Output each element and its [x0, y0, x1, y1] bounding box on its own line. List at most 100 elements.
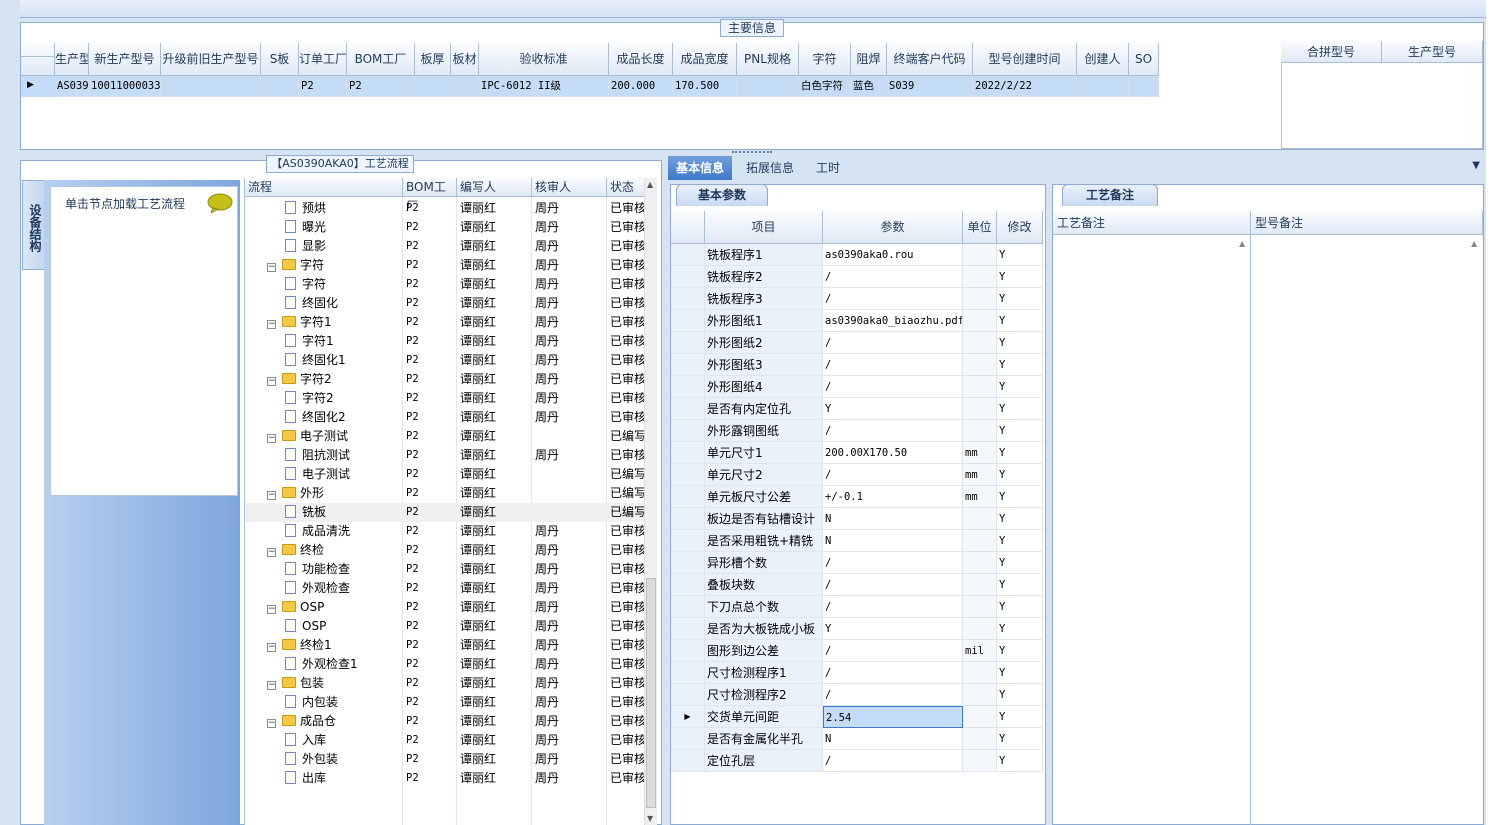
- column-header[interactable]: 成品宽度: [673, 43, 737, 76]
- collapse-icon[interactable]: −: [267, 320, 276, 329]
- column-header[interactable]: 板材: [451, 43, 479, 76]
- tree-leaf-row[interactable]: 铣板 P2 谭丽红 已编写: [245, 503, 646, 522]
- tab-dropdown-icon[interactable]: ▼: [1472, 160, 1480, 171]
- param-edit[interactable]: Y: [997, 310, 1043, 332]
- tree-node[interactable]: 功能检查: [245, 560, 403, 579]
- param-row[interactable]: 是否有内定位孔 Y Y: [671, 398, 1045, 420]
- tree-node[interactable]: − 字符: [245, 256, 403, 275]
- tree-node[interactable]: − 包装: [245, 674, 403, 693]
- param-row[interactable]: 图形到边公差 / mil Y: [671, 640, 1045, 662]
- tree-folder-row[interactable]: − 终检 P2 谭丽红 周丹 已审核: [245, 541, 646, 560]
- row-header[interactable]: [671, 508, 705, 530]
- row-header[interactable]: [671, 728, 705, 750]
- tab-extended-info[interactable]: 拓展信息: [738, 156, 802, 180]
- param-row[interactable]: 叠板块数 / Y: [671, 574, 1045, 596]
- tree-node[interactable]: 曝光: [245, 218, 403, 237]
- tree-node[interactable]: 外包装: [245, 750, 403, 769]
- param-edit[interactable]: Y: [997, 530, 1043, 552]
- param-edit[interactable]: Y: [997, 552, 1043, 574]
- param-edit[interactable]: Y: [997, 266, 1043, 288]
- tree-node[interactable]: 铣板: [245, 503, 403, 522]
- tree-node[interactable]: 终固化: [245, 294, 403, 313]
- param-edit[interactable]: Y: [997, 662, 1043, 684]
- param-value[interactable]: /: [823, 640, 963, 662]
- row-header[interactable]: [671, 750, 705, 772]
- row-header[interactable]: ▶: [671, 706, 705, 728]
- column-header[interactable]: 编写人: [457, 178, 532, 197]
- param-edit[interactable]: Y: [997, 640, 1043, 662]
- param-row[interactable]: 外形图纸3/ Y: [671, 354, 1045, 376]
- row-header[interactable]: [671, 310, 705, 332]
- collapse-icon[interactable]: −: [267, 263, 276, 272]
- column-header[interactable]: 型号备注: [1251, 211, 1483, 235]
- tree-leaf-row[interactable]: 成品清洗 P2 谭丽红 周丹 已审核: [245, 522, 646, 541]
- collapse-handle-left[interactable]: [239, 480, 243, 540]
- tree-node[interactable]: 字符1: [245, 332, 403, 351]
- param-row[interactable]: 单元尺寸2/mm Y: [671, 464, 1045, 486]
- tree-node[interactable]: − 终检: [245, 541, 403, 560]
- param-value[interactable]: /: [823, 552, 963, 574]
- column-header[interactable]: 字符: [799, 43, 851, 76]
- row-header[interactable]: [671, 464, 705, 486]
- tree-leaf-row[interactable]: 字符1 P2 谭丽红 周丹 已审核: [245, 332, 646, 351]
- param-value[interactable]: /: [823, 376, 963, 398]
- row-header[interactable]: [671, 288, 705, 310]
- param-row[interactable]: 尺寸检测程序2/ Y: [671, 684, 1045, 706]
- tree-leaf-row[interactable]: 外包装 P2 谭丽红 周丹 已审核: [245, 750, 646, 769]
- param-value[interactable]: +/-0.1: [823, 486, 963, 508]
- tree-folder-row[interactable]: − 字符 P2 谭丽红 周丹 已审核: [245, 256, 646, 275]
- column-header[interactable]: 阻焊: [851, 43, 887, 76]
- column-header[interactable]: 新生产型号: [89, 43, 161, 76]
- param-edit[interactable]: Y: [997, 750, 1043, 772]
- param-row[interactable]: 下刀点总个数 / Y: [671, 596, 1045, 618]
- tree-folder-row[interactable]: − 外形 P2 谭丽红 已编写: [245, 484, 646, 503]
- param-value[interactable]: 2.54: [823, 706, 963, 728]
- param-row[interactable]: 外形露铜图纸 / Y: [671, 420, 1045, 442]
- param-row[interactable]: 尺寸检测程序1/ Y: [671, 662, 1045, 684]
- tree-folder-row[interactable]: − 字符2 P2 谭丽红 周丹 已审核: [245, 370, 646, 389]
- column-header[interactable]: S板: [261, 43, 299, 76]
- tree-node[interactable]: − 字符1: [245, 313, 403, 332]
- param-value[interactable]: N: [823, 508, 963, 530]
- param-edit[interactable]: Y: [997, 464, 1043, 486]
- tree-node[interactable]: 字符: [245, 275, 403, 294]
- row-header[interactable]: [671, 398, 705, 420]
- collapse-icon[interactable]: −: [267, 681, 276, 690]
- param-edit[interactable]: Y: [997, 728, 1043, 750]
- tree-folder-row[interactable]: − 包装 P2 谭丽红 周丹 已审核: [245, 674, 646, 693]
- param-row[interactable]: 铣板程序3/ Y: [671, 288, 1045, 310]
- tab-basic-info[interactable]: 基本信息: [668, 156, 733, 180]
- tree-leaf-row[interactable]: 字符2 P2 谭丽红 周丹 已审核: [245, 389, 646, 408]
- param-value[interactable]: /: [823, 596, 963, 618]
- tree-node[interactable]: 内包装: [245, 693, 403, 712]
- tree-node[interactable]: OSP: [245, 617, 403, 636]
- column-header[interactable]: PNL规格: [737, 43, 799, 76]
- column-header[interactable]: 创建人: [1077, 43, 1129, 76]
- tree-node[interactable]: 字符2: [245, 389, 403, 408]
- tree-node[interactable]: − 字符2: [245, 370, 403, 389]
- column-header[interactable]: 验收标准: [479, 43, 609, 76]
- row-header[interactable]: [671, 354, 705, 376]
- param-edit[interactable]: Y: [997, 288, 1043, 310]
- tree-node[interactable]: 预烘: [245, 199, 403, 218]
- row-header[interactable]: [671, 266, 705, 288]
- row-header[interactable]: [671, 376, 705, 398]
- row-header[interactable]: [671, 596, 705, 618]
- tree-node[interactable]: − OSP: [245, 598, 403, 617]
- tree-folder-row[interactable]: − 字符1 P2 谭丽红 周丹 已审核: [245, 313, 646, 332]
- param-edit[interactable]: Y: [997, 486, 1043, 508]
- param-row[interactable]: 铣板程序2/ Y: [671, 266, 1045, 288]
- tree-vertical-scrollbar[interactable]: ▲ ▼: [644, 178, 657, 825]
- tree-leaf-row[interactable]: 内包装 P2 谭丽红 周丹 已审核: [245, 693, 646, 712]
- tree-leaf-row[interactable]: 出库 P2 谭丽红 周丹 已审核: [245, 769, 646, 788]
- column-header[interactable]: 升级前旧生产型号: [161, 43, 261, 76]
- scroll-thumb[interactable]: [646, 578, 656, 808]
- scroll-down-icon[interactable]: ▼: [647, 814, 653, 823]
- param-row[interactable]: 铣板程序1 as0390aka0.rou Y: [671, 244, 1045, 266]
- tree-leaf-row[interactable]: 终固化1 P2 谭丽红 周丹 已审核: [245, 351, 646, 370]
- param-value[interactable]: /: [823, 420, 963, 442]
- column-header[interactable]: 流程: [245, 178, 403, 197]
- collapse-icon[interactable]: −: [267, 434, 276, 443]
- param-edit[interactable]: Y: [997, 618, 1043, 640]
- column-header[interactable]: 型号创建时间: [973, 43, 1077, 76]
